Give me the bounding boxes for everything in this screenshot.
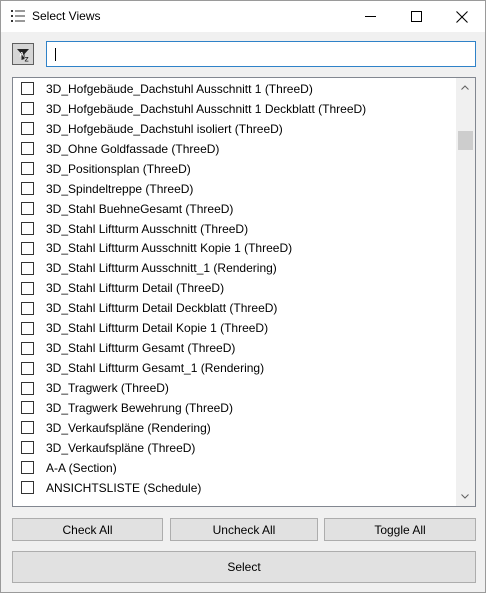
item-label: 3D_Stahl Liftturm Detail Kopie 1 (ThreeD…	[46, 321, 269, 336]
list-item[interactable]: ANSICHTSLISTE (Schedule)	[13, 478, 456, 498]
list-item[interactable]: 3D_Spindeltreppe (ThreeD)	[13, 179, 456, 199]
select-button[interactable]: Select	[12, 551, 476, 583]
list-item[interactable]: 3D_Hofgebäude_Dachstuhl Ausschnitt 1 Dec…	[13, 99, 456, 119]
list-item[interactable]: 3D_Stahl Liftturm Ausschnitt_1 (Renderin…	[13, 258, 456, 278]
item-label: 3D_Stahl Liftturm Detail (ThreeD)	[46, 281, 225, 296]
select-views-window: Select Views A Z 3D_Hofgebäude_Dachstuhl…	[0, 0, 486, 593]
item-label: 3D_Stahl BuehneGesamt (ThreeD)	[46, 201, 234, 216]
scroll-up-icon[interactable]	[460, 83, 470, 93]
item-checkbox[interactable]	[21, 301, 34, 315]
list-item[interactable]: 3D_Hofgebäude_Dachstuhl isoliert (ThreeD…	[13, 119, 456, 139]
item-label: 3D_Tragwerk (ThreeD)	[46, 381, 169, 396]
item-checkbox[interactable]	[21, 261, 34, 275]
item-checkbox[interactable]	[21, 321, 34, 335]
item-checkbox[interactable]	[21, 341, 34, 355]
item-checkbox[interactable]	[21, 241, 34, 255]
scroll-down-icon[interactable]	[460, 491, 470, 501]
item-label: 3D_Hofgebäude_Dachstuhl Ausschnitt 1 (Th…	[46, 81, 313, 96]
item-checkbox[interactable]	[21, 162, 34, 176]
item-label: 3D_Stahl Liftturm Gesamt (ThreeD)	[46, 341, 236, 356]
item-label: 3D_Verkaufspläne (ThreeD)	[46, 440, 196, 455]
toggle-all-button[interactable]: Toggle All	[324, 518, 476, 541]
item-checkbox[interactable]	[21, 222, 34, 236]
search-input[interactable]	[47, 42, 475, 66]
views-list-rows: 3D_Hofgebäude_Dachstuhl Ausschnitt 1 (Th…	[13, 79, 456, 498]
item-checkbox[interactable]	[21, 122, 34, 136]
list-item[interactable]: 3D_Verkaufspläne (Rendering)	[13, 418, 456, 438]
list-item[interactable]: 3D_Stahl BuehneGesamt (ThreeD)	[13, 199, 456, 219]
item-label: 3D_Stahl Liftturm Gesamt_1 (Rendering)	[46, 361, 265, 376]
maximize-icon	[410, 11, 422, 22]
views-list[interactable]: 3D_Hofgebäude_Dachstuhl Ausschnitt 1 (Th…	[12, 77, 476, 507]
maximize-button[interactable]	[393, 1, 439, 32]
item-checkbox[interactable]	[21, 381, 34, 395]
item-label: 3D_Tragwerk Bewehrung (ThreeD)	[46, 400, 233, 415]
item-checkbox[interactable]	[21, 182, 34, 196]
list-item[interactable]: 3D_Tragwerk (ThreeD)	[13, 378, 456, 398]
list-icon	[11, 10, 25, 22]
list-item[interactable]: 3D_Stahl Liftturm Detail Kopie 1 (ThreeD…	[13, 318, 456, 338]
list-item[interactable]: 3D_Hofgebäude_Dachstuhl Ausschnitt 1 (Th…	[13, 79, 456, 99]
minimize-button[interactable]	[347, 1, 393, 32]
item-label: ANSICHTSLISTE (Schedule)	[46, 480, 202, 495]
item-label: 3D_Stahl Liftturm Ausschnitt_1 (Renderin…	[46, 261, 277, 276]
item-label: 3D_Ohne Goldfassade (ThreeD)	[46, 141, 220, 156]
item-checkbox[interactable]	[21, 401, 34, 415]
item-label: 3D_Verkaufspläne (Rendering)	[46, 420, 211, 435]
window-title: Select Views	[32, 9, 101, 23]
list-item[interactable]: A-A (Section)	[13, 458, 456, 478]
item-checkbox[interactable]	[21, 281, 34, 295]
scrollbar-thumb[interactable]	[458, 131, 473, 150]
uncheck-all-button[interactable]: Uncheck All	[170, 518, 318, 541]
list-item[interactable]: 3D_Stahl Liftturm Ausschnitt Kopie 1 (Th…	[13, 239, 456, 259]
item-label: 3D_Spindeltreppe (ThreeD)	[46, 181, 194, 196]
list-item[interactable]: 3D_Stahl Liftturm Gesamt (ThreeD)	[13, 338, 456, 358]
list-item[interactable]: 3D_Stahl Liftturm Ausschnitt (ThreeD)	[13, 219, 456, 239]
item-label: 3D_Hofgebäude_Dachstuhl isoliert (ThreeD…	[46, 121, 283, 136]
list-item[interactable]: 3D_Tragwerk Bewehrung (ThreeD)	[13, 398, 456, 418]
item-checkbox[interactable]	[21, 102, 34, 116]
item-label: 3D_Positionsplan (ThreeD)	[46, 161, 191, 176]
dialog-content: A Z 3D_Hofgebäude_Dachstuhl Ausschnitt 1…	[1, 32, 485, 592]
item-checkbox[interactable]	[21, 361, 34, 375]
list-item[interactable]: 3D_Stahl Liftturm Gesamt_1 (Rendering)	[13, 358, 456, 378]
close-button[interactable]	[439, 1, 485, 32]
title-bar[interactable]: Select Views	[1, 1, 485, 32]
item-checkbox[interactable]	[21, 421, 34, 435]
text-caret	[55, 48, 56, 61]
check-all-button[interactable]: Check All	[12, 518, 163, 541]
close-icon	[456, 10, 468, 23]
vertical-scrollbar[interactable]	[456, 78, 475, 506]
sort-az-icon: A Z	[17, 49, 29, 63]
item-checkbox[interactable]	[21, 441, 34, 455]
item-label: A-A (Section)	[46, 460, 117, 475]
item-label: 3D_Stahl Liftturm Detail Deckblatt (Thre…	[46, 301, 278, 316]
sort-button[interactable]: A Z	[12, 43, 34, 65]
item-checkbox[interactable]	[21, 481, 34, 495]
list-item[interactable]: 3D_Verkaufspläne (ThreeD)	[13, 438, 456, 458]
list-item[interactable]: 3D_Stahl Liftturm Detail Deckblatt (Thre…	[13, 298, 456, 318]
minimize-icon	[364, 16, 376, 17]
list-item[interactable]: 3D_Ohne Goldfassade (ThreeD)	[13, 139, 456, 159]
item-checkbox[interactable]	[21, 461, 34, 475]
item-label: 3D_Stahl Liftturm Ausschnitt (ThreeD)	[46, 221, 249, 236]
item-checkbox[interactable]	[21, 142, 34, 156]
item-label: 3D_Hofgebäude_Dachstuhl Ausschnitt 1 Dec…	[46, 101, 367, 116]
item-checkbox[interactable]	[21, 82, 34, 96]
list-item[interactable]: 3D_Positionsplan (ThreeD)	[13, 159, 456, 179]
search-field[interactable]	[46, 41, 476, 67]
item-checkbox[interactable]	[21, 202, 34, 216]
svg-text:Z: Z	[25, 57, 29, 63]
list-item[interactable]: 3D_Stahl Liftturm Detail (ThreeD)	[13, 278, 456, 298]
item-label: 3D_Stahl Liftturm Ausschnitt Kopie 1 (Th…	[46, 241, 293, 256]
